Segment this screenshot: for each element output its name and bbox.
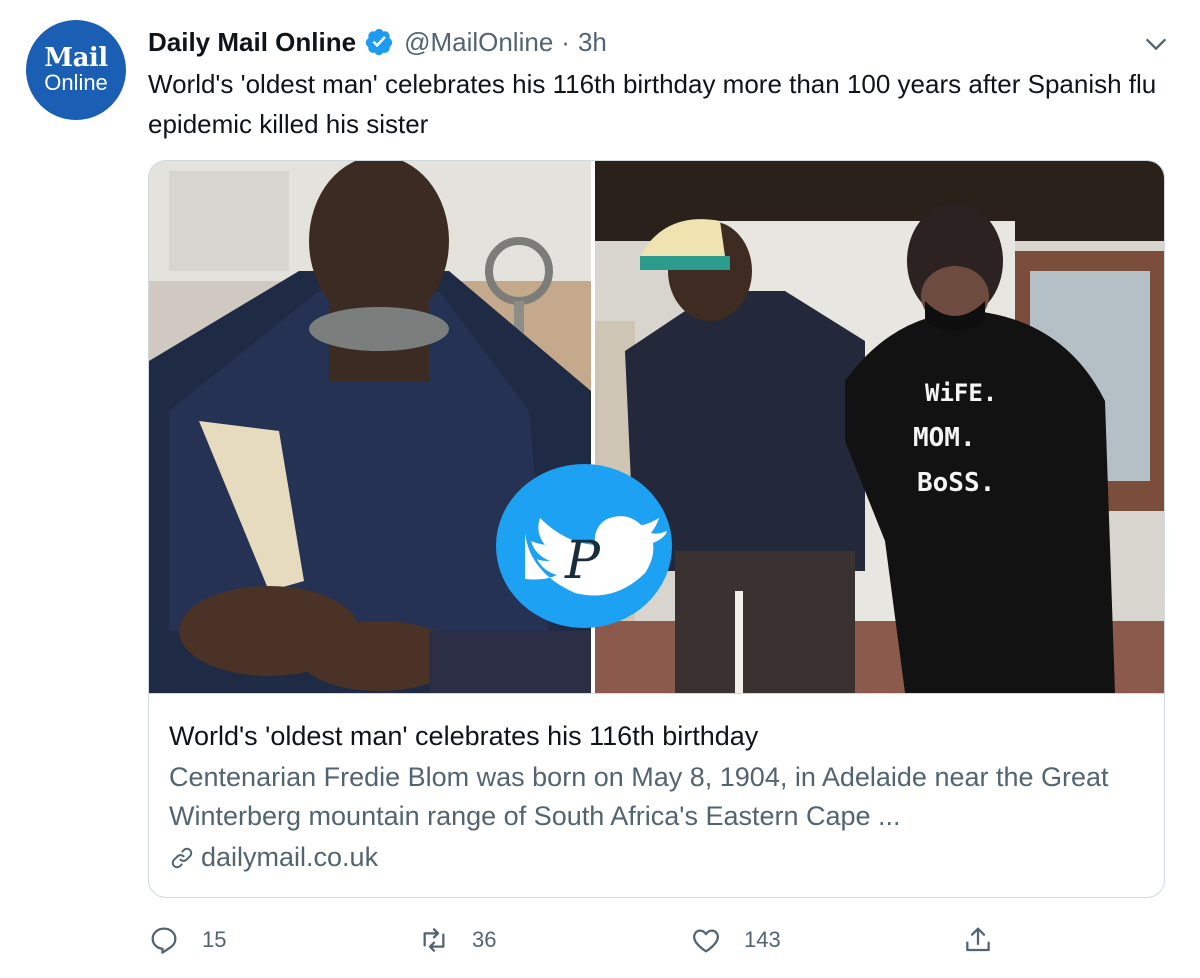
like-count: 143: [744, 927, 781, 952]
avatar-logo-subtext: Online: [44, 70, 108, 95]
bird-watermark-icon: P: [495, 463, 673, 629]
avatar[interactable]: Mail Online: [26, 20, 126, 120]
card-domain-text: dailymail.co.uk: [201, 842, 379, 872]
reply-count: 15: [202, 927, 227, 952]
link-card[interactable]: WiFE. MOM. BoSS. P World's 'oldest man' …: [148, 160, 1165, 898]
tweet[interactable]: Mail Online Daily Mail Online @MailOnlin…: [0, 0, 1200, 978]
card-title: World's 'oldest man' celebrates his 116t…: [169, 721, 759, 751]
watermark-letter: P: [564, 531, 601, 591]
reply-icon: [151, 927, 177, 954]
photo-old-man-with-woman: WiFE. MOM. BoSS.: [595, 161, 1164, 693]
card-description: Centenarian Fredie Blom was born on May …: [169, 762, 1109, 831]
separator-dot: ·: [561, 26, 570, 57]
shirt-text-line3: BoSS.: [917, 468, 995, 498]
chevron-down-icon[interactable]: [1142, 30, 1170, 58]
action-bar: 15 36 143: [148, 918, 1008, 962]
handle[interactable]: @MailOnline: [404, 27, 553, 58]
link-icon: [171, 847, 193, 868]
retweet-icon: [423, 928, 445, 952]
timestamp[interactable]: 3h: [578, 27, 607, 58]
display-name[interactable]: Daily Mail Online: [148, 27, 356, 58]
shirt-text-line1: WiFE.: [925, 379, 997, 407]
avatar-logo-text: Mail: [44, 43, 108, 73]
card-media[interactable]: WiFE. MOM. BoSS. P: [149, 161, 1164, 693]
card-domain: dailymail.co.uk: [169, 842, 1146, 873]
heart-icon: [693, 929, 719, 953]
reply-button[interactable]: 15: [148, 918, 226, 962]
tweet-text: World's 'oldest man' celebrates his 116t…: [148, 69, 1157, 139]
verified-badge-icon: [364, 27, 394, 57]
card-body[interactable]: World's 'oldest man' celebrates his 116t…: [149, 693, 1164, 897]
like-button[interactable]: 143: [690, 918, 781, 962]
retweet-count: 36: [472, 927, 497, 952]
shirt-text-line2: MOM.: [913, 423, 976, 453]
share-button[interactable]: [962, 918, 994, 962]
share-icon: [966, 927, 990, 952]
tweet-header: Daily Mail Online @MailOnline · 3h: [148, 24, 607, 60]
retweet-button[interactable]: 36: [418, 918, 496, 962]
